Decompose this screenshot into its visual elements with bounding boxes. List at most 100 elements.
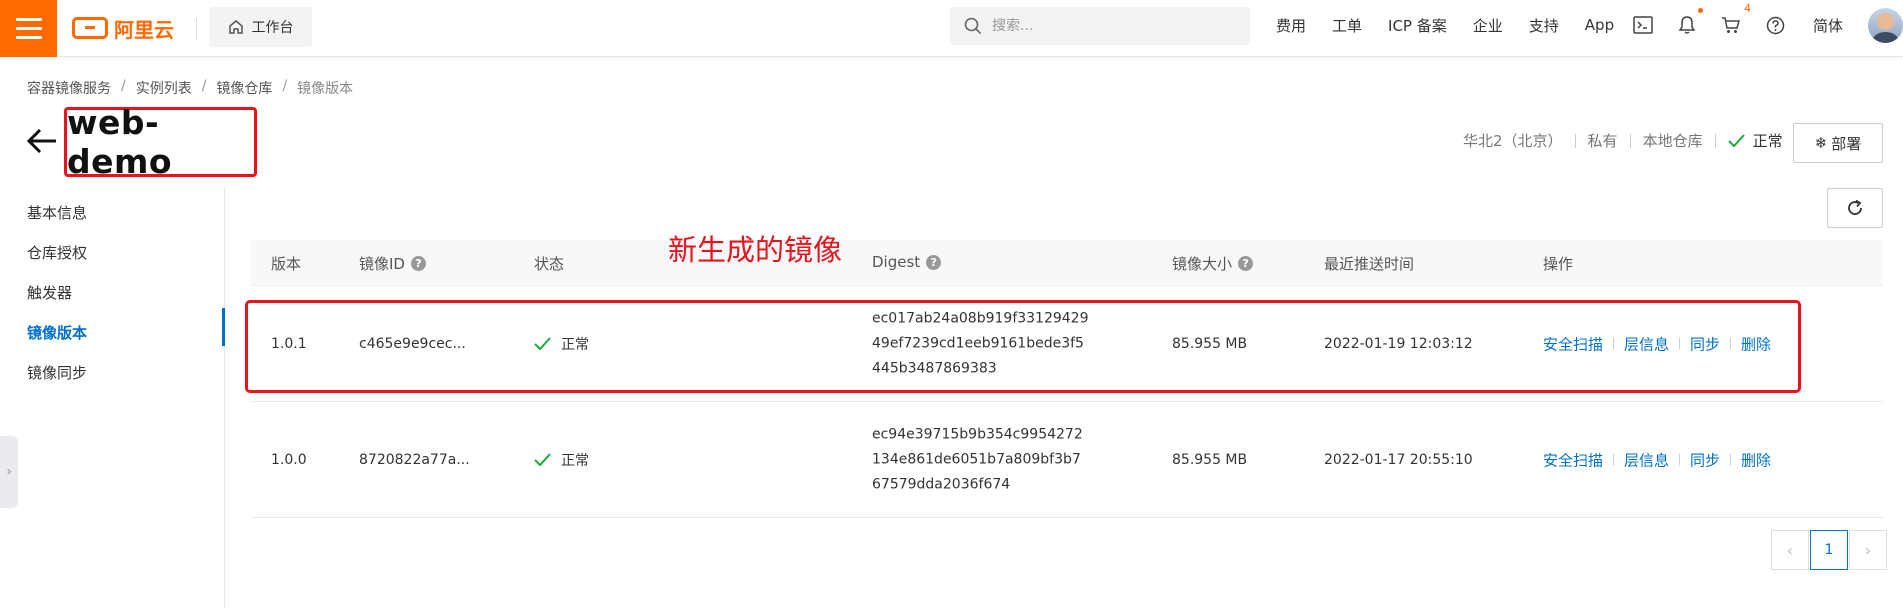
digest-line: 134e861de6051b7a809bf3b7: [872, 451, 1081, 467]
col-header-version: 版本: [271, 255, 302, 273]
cell-pushed-time: 2022-01-19 12:03:12: [1324, 335, 1473, 352]
security-scan-link[interactable]: 安全扫描: [1543, 449, 1603, 470]
col-header-image-id: 镜像ID?: [359, 253, 426, 274]
user-avatar[interactable]: [1868, 8, 1903, 43]
search-icon: [964, 17, 982, 35]
nav-link-app[interactable]: App: [1585, 16, 1614, 34]
hamburger-menu-button[interactable]: [0, 0, 57, 57]
sidebar-item-image-sync[interactable]: 镜像同步: [27, 362, 87, 383]
nav-link-support[interactable]: 支持: [1529, 15, 1559, 36]
notification-dot: [1698, 8, 1703, 13]
menu-line: [15, 36, 42, 39]
divider: [196, 18, 197, 40]
help-icon[interactable]: ?: [410, 256, 426, 271]
aliyun-logo[interactable]: 阿里云: [72, 12, 174, 44]
col-header-actions: 操作: [1543, 255, 1574, 273]
chevron-right-icon: ›: [6, 464, 12, 480]
nav-link-enterprise[interactable]: 企业: [1473, 15, 1503, 36]
workbench-label: 工作台: [251, 20, 294, 36]
breadcrumb-separator: /: [201, 78, 207, 94]
refresh-button[interactable]: [1827, 188, 1883, 228]
annotation-label: 新生成的镜像: [668, 233, 843, 267]
nav-link-icp[interactable]: ICP 备案: [1388, 15, 1447, 36]
language-switch[interactable]: 简体: [1813, 15, 1843, 36]
cart-icon[interactable]: 4: [1720, 2, 1751, 36]
sync-link[interactable]: 同步: [1690, 333, 1720, 354]
divider: [1730, 453, 1732, 466]
digest-line: 445b3487869383: [872, 360, 997, 376]
deploy-icon: ❄: [1814, 134, 1828, 152]
cell-size: 85.955 MB: [1172, 451, 1248, 468]
cell-actions: 安全扫描 层信息 同步 删除: [1543, 333, 1771, 354]
digest-line: ec94e39715b9b354c9954272: [872, 426, 1083, 442]
cell-status: 正常: [534, 450, 589, 470]
cell-digest: ec017ab24a08b919f33129429 49ef7239cd1eeb…: [872, 306, 1089, 381]
cell-size: 85.955 MB: [1172, 335, 1248, 352]
visibility-label: 私有: [1587, 132, 1618, 150]
bell-icon[interactable]: [1676, 8, 1703, 36]
repo-status-text: 正常: [1752, 132, 1783, 150]
aliyun-logo-mark-icon: [72, 17, 108, 39]
source-label: 本地仓库: [1642, 132, 1703, 150]
help-icon[interactable]: ?: [1238, 256, 1254, 271]
help-icon[interactable]: ?: [926, 254, 942, 270]
chevron-right-icon: ›: [1864, 540, 1872, 560]
security-scan-link[interactable]: 安全扫描: [1543, 333, 1603, 354]
page-number-button[interactable]: 1: [1810, 530, 1848, 570]
divider: [1574, 133, 1576, 148]
sidebar-item-triggers[interactable]: 触发器: [27, 282, 72, 303]
check-icon: [534, 453, 551, 466]
cell-actions: 安全扫描 层信息 同步 删除: [1543, 449, 1771, 470]
table-header: 版本 镜像ID? 状态 Digest? 镜像大小? 最近推送时间 操作: [251, 240, 1883, 286]
sidebar-item-authorization[interactable]: 仓库授权: [27, 242, 87, 263]
home-icon: [228, 20, 243, 34]
breadcrumb-item-registry-service[interactable]: 容器镜像服务: [27, 78, 111, 98]
deploy-button[interactable]: ❄ 部署: [1793, 123, 1883, 163]
next-page-button[interactable]: ›: [1849, 530, 1887, 570]
search-box[interactable]: [950, 7, 1250, 45]
cell-version: 1.0.0: [271, 451, 307, 468]
cell-pushed-time: 2022-01-17 20:55:10: [1324, 451, 1473, 468]
divider: [1679, 337, 1681, 350]
top-nav-icons: 4: [1632, 0, 1786, 50]
digest-line: ec017ab24a08b919f33129429: [872, 310, 1089, 326]
digest-line: 67579dda2036f674: [872, 476, 1011, 492]
top-nav-bar: 阿里云 工作台 费用 工单 ICP 备案 企业 支持 App 4 简体: [0, 0, 1903, 57]
search-input[interactable]: [992, 18, 1232, 34]
title-highlight-box: web-demo: [64, 103, 257, 181]
terminal-icon[interactable]: [1632, 14, 1654, 36]
prev-page-button[interactable]: ‹: [1771, 530, 1809, 570]
deploy-label: 部署: [1831, 134, 1862, 153]
refresh-icon: [1848, 199, 1862, 215]
page-title: web-demo: [67, 103, 173, 181]
image-version-table: 版本 镜像ID? 状态 Digest? 镜像大小? 最近推送时间 操作 1.0.…: [251, 240, 1883, 518]
cart-count-badge: 4: [1744, 2, 1751, 15]
breadcrumb-item-repositories[interactable]: 镜像仓库: [216, 78, 272, 98]
breadcrumb-item-current: 镜像版本: [297, 81, 354, 97]
nav-link-billing[interactable]: 费用: [1276, 15, 1306, 36]
check-icon: [534, 337, 551, 350]
cell-image-id: c465e9e9cec...: [359, 335, 466, 352]
back-arrow-icon[interactable]: [25, 124, 59, 158]
divider: [1613, 337, 1615, 350]
delete-link[interactable]: 删除: [1741, 449, 1771, 470]
layer-info-link[interactable]: 层信息: [1624, 333, 1669, 354]
breadcrumb: 容器镜像服务 / 实例列表 / 镜像仓库 / 镜像版本: [27, 78, 353, 98]
col-header-status: 状态: [534, 255, 565, 273]
sync-link[interactable]: 同步: [1690, 449, 1720, 470]
divider: [1629, 133, 1631, 148]
cell-status: 正常: [534, 334, 589, 354]
digest-line: 49ef7239cd1eeb9161bede3f5: [872, 335, 1084, 351]
delete-link[interactable]: 删除: [1741, 333, 1771, 354]
sidebar-collapse-toggle[interactable]: ›: [0, 436, 18, 508]
layer-info-link[interactable]: 层信息: [1624, 449, 1669, 470]
sidebar-item-basic-info[interactable]: 基本信息: [27, 202, 87, 223]
repo-meta: 华北2（北京） 私有 本地仓库 正常: [1463, 130, 1783, 151]
sidebar-item-image-versions[interactable]: 镜像版本: [27, 322, 87, 343]
help-icon[interactable]: [1764, 14, 1786, 36]
brand-name: 阿里云: [114, 17, 174, 42]
workbench-button[interactable]: 工作台: [209, 7, 312, 47]
top-nav-links: 费用 工单 ICP 备案 企业 支持 App: [1276, 0, 1640, 50]
breadcrumb-item-instances[interactable]: 实例列表: [136, 78, 192, 98]
nav-link-tickets[interactable]: 工单: [1332, 15, 1362, 36]
